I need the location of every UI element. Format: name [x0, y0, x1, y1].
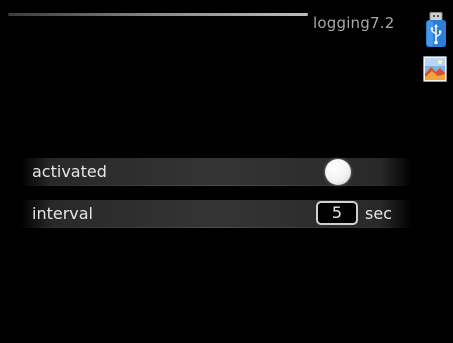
- page-title: logging7.2: [313, 14, 394, 32]
- usb-icon[interactable]: [425, 12, 447, 48]
- activated-toggle[interactable]: [325, 159, 351, 185]
- setting-row-activated[interactable]: activated: [20, 158, 412, 186]
- picture-icon: [423, 56, 447, 82]
- page-title-text: logging: [313, 14, 370, 32]
- setting-label: interval: [32, 204, 93, 223]
- menu-number: 7.2: [369, 14, 395, 32]
- setting-row-interval[interactable]: interval 5 sec: [20, 200, 412, 228]
- title-divider: [8, 13, 308, 16]
- interval-unit: sec: [365, 204, 392, 223]
- interval-value-field[interactable]: 5: [316, 201, 358, 225]
- setting-label: activated: [32, 162, 107, 181]
- screen: logging7.2 activated interval 5 sec: [0, 0, 453, 343]
